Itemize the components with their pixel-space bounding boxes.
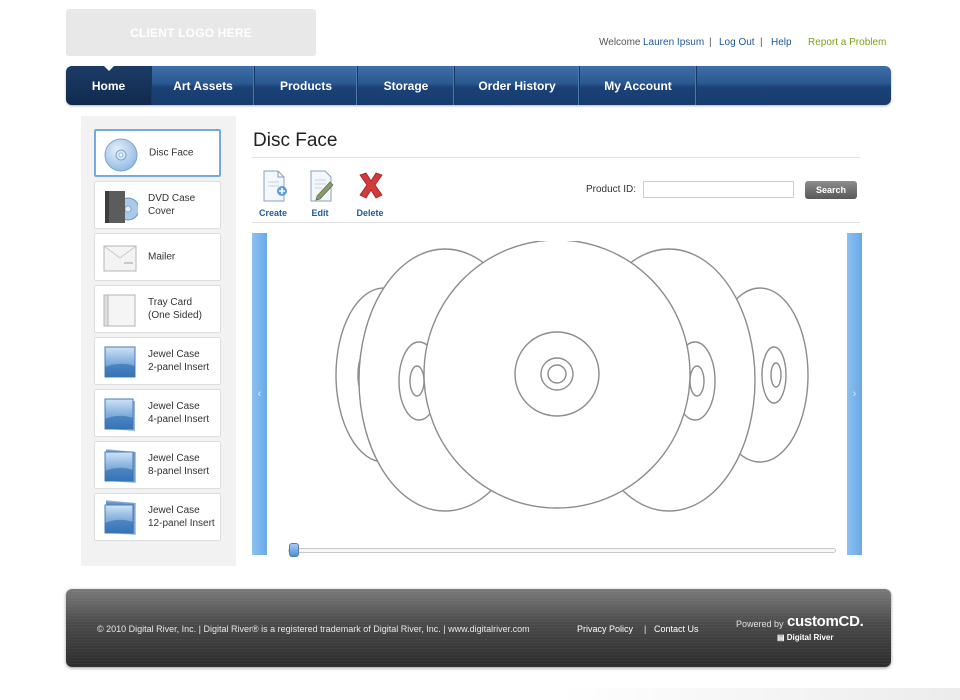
user-name-link[interactable]: Lauren Ipsum (643, 37, 704, 48)
product-id-input[interactable] (643, 181, 794, 198)
digital-river-logo: ▤ Digital River (777, 633, 833, 642)
chevron-left-icon: ‹ (257, 388, 262, 400)
jewel-case-4-icon (104, 398, 135, 431)
sidebar-item-label: Jewel Case 4-panel Insert (148, 401, 210, 425)
page-edge-shadow (560, 688, 960, 700)
tab-label: Home (91, 78, 126, 93)
tab-art-assets[interactable]: Art Assets (152, 66, 255, 105)
welcome-text: Welcome (599, 37, 641, 48)
sidebar-item-jewel-case-8[interactable]: Jewel Case 8-panel Insert (94, 441, 221, 489)
sidebar-item-disc-face[interactable]: Disc Face (94, 129, 221, 177)
sidebar-item-jewel-case-2[interactable]: Jewel Case 2-panel Insert (94, 337, 221, 385)
sidebar-item-label: Mailer (148, 251, 176, 263)
logout-link[interactable]: Log Out (719, 37, 755, 48)
jewel-case-8-icon (104, 449, 136, 483)
jewel-case-12-icon (104, 500, 136, 535)
tab-my-account[interactable]: My Account (580, 66, 697, 105)
mailer-icon (103, 245, 137, 272)
create-document-icon (263, 170, 287, 202)
powered-by-text: Powered by (736, 619, 784, 629)
report-problem-link[interactable]: Report a Problem (808, 37, 886, 48)
edit-pencil-icon (310, 170, 334, 202)
edit-label: Edit (311, 208, 329, 218)
product-id-label: Product ID: (586, 184, 637, 195)
disc-face-preview[interactable] (423, 241, 691, 509)
copyright-text: © 2010 Digital River, Inc. | Digital Riv… (97, 624, 530, 634)
divider (252, 222, 860, 223)
help-link[interactable]: Help (771, 37, 792, 48)
delete-button[interactable]: Delete (350, 168, 390, 220)
zoom-slider-track[interactable] (288, 548, 836, 553)
user-bar: Welcome Lauren Ipsum | Log Out | Help Re… (0, 37, 960, 49)
delete-label: Delete (356, 208, 384, 218)
sidebar-item-tray-card[interactable]: Tray Card (One Sided) (94, 285, 221, 333)
digital-river-text: Digital River (786, 633, 834, 642)
tab-home[interactable]: Home (66, 66, 152, 105)
separator: | (709, 37, 712, 48)
disc-icon (104, 138, 138, 172)
sidebar-item-jewel-case-12[interactable]: Jewel Case 12-panel Insert (94, 493, 221, 541)
sidebar-item-label: Jewel Case 2-panel Insert (148, 349, 210, 373)
footer-separator: | (644, 624, 647, 634)
digital-river-icon: ▤ (777, 633, 787, 642)
separator: | (760, 37, 763, 48)
delete-x-icon (359, 172, 383, 199)
tab-label: Art Assets (173, 78, 233, 93)
footer: © 2010 Digital River, Inc. | Digital Riv… (66, 589, 891, 667)
create-button[interactable]: Create (253, 168, 293, 220)
privacy-policy-link[interactable]: Privacy Policy (577, 624, 633, 634)
sidebar-item-label: Tray Card (One Sided) (148, 297, 202, 321)
disc-carousel (335, 241, 809, 512)
tab-order-history[interactable]: Order History (455, 66, 580, 105)
zoom-slider-handle[interactable] (289, 543, 299, 557)
tab-label: Products (279, 78, 332, 93)
edit-button[interactable]: Edit (300, 168, 340, 220)
main-panel: Disc Face Create Edit Delete Product ID:… (236, 116, 878, 566)
sidebar-item-dvd-case-cover[interactable]: DVD Case Cover (94, 181, 221, 229)
sidebar-item-jewel-case-4[interactable]: Jewel Case 4-panel Insert (94, 389, 221, 437)
search-button[interactable]: Search (805, 181, 857, 199)
next-arrow-button[interactable]: › (847, 233, 862, 555)
sidebar-item-label: DVD Case Cover (148, 193, 196, 217)
sidebar-item-mailer[interactable]: Mailer (94, 233, 221, 281)
sidebar-item-label: Jewel Case 8-panel Insert (148, 453, 210, 477)
tab-storage[interactable]: Storage (358, 66, 455, 105)
page-title: Disc Face (253, 130, 338, 151)
create-label: Create (258, 208, 287, 218)
contact-us-link[interactable]: Contact Us (654, 624, 699, 634)
sidebar-item-label: Disc Face (149, 147, 194, 159)
tab-products[interactable]: Products (255, 66, 358, 105)
sidebar-item-label: Jewel Case 12-panel Insert (148, 505, 215, 529)
tab-label: My Account (604, 78, 672, 93)
template-viewer: ‹ › (252, 233, 862, 557)
main-nav: Home Art Assets Products Storage Order H… (66, 66, 891, 105)
tab-label: Order History (478, 78, 556, 93)
product-type-sidebar: Disc Face DVD Case Cover Mailer Tray Car… (81, 116, 232, 566)
tab-label: Storage (383, 78, 429, 93)
prev-arrow-button[interactable]: ‹ (252, 233, 267, 555)
divider (252, 157, 860, 158)
dvd-case-icon (105, 191, 138, 223)
jewel-case-2-icon (104, 346, 136, 378)
customcd-logo: customCD. (787, 613, 864, 630)
tray-card-icon (103, 294, 136, 327)
chevron-right-icon: › (852, 388, 857, 400)
